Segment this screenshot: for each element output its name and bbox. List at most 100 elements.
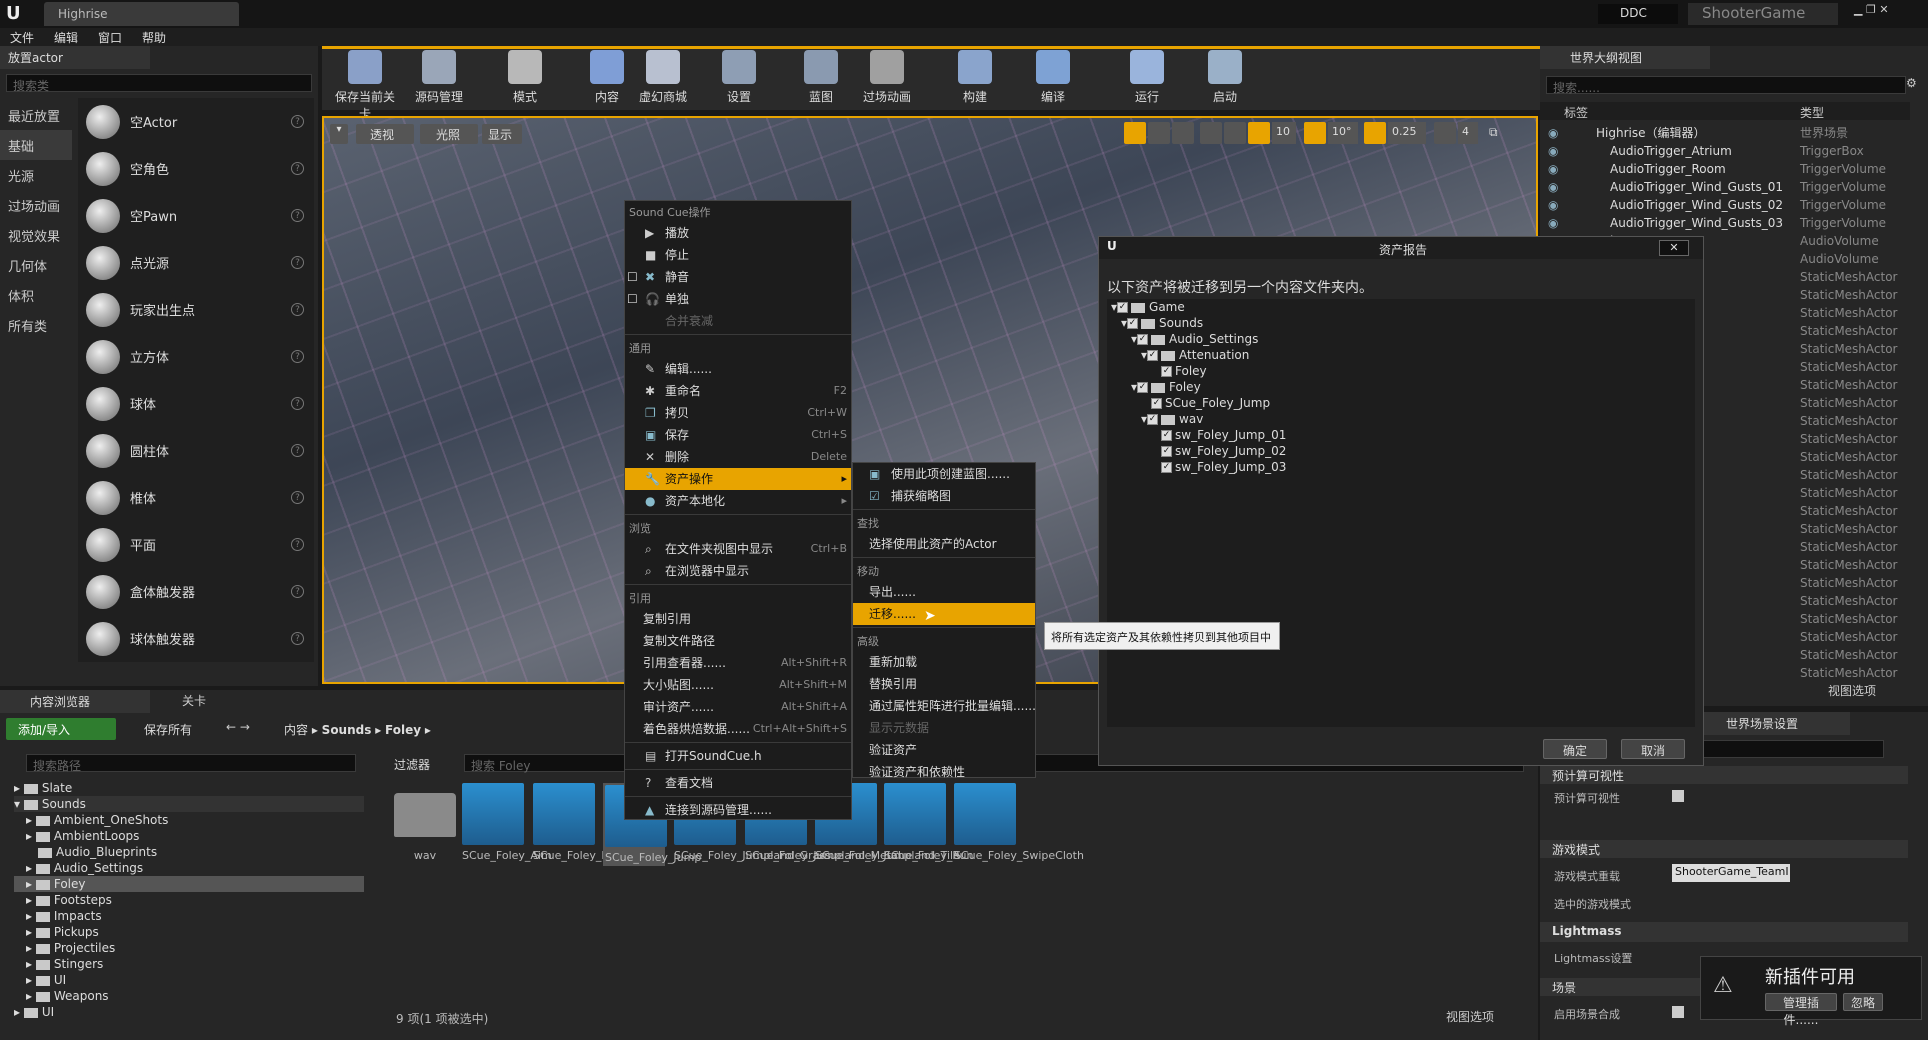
menu-replace-references[interactable]: 替换引用 (853, 673, 1035, 695)
actor-item[interactable]: 立方体? (78, 333, 314, 380)
visibility-icon[interactable]: ◉ (1548, 178, 1558, 196)
ok-button[interactable]: 确定 (1543, 739, 1607, 759)
menu-validate-assets[interactable]: 验证资产 (853, 739, 1035, 761)
actor-item[interactable]: 空Pawn? (78, 192, 314, 239)
help-icon[interactable]: ? (291, 585, 304, 598)
help-icon[interactable]: ? (291, 162, 304, 175)
folder-item[interactable]: ▸ Slate (14, 780, 364, 796)
folder-item[interactable]: ▸ Ambient_OneShots (14, 812, 364, 828)
section-game-mode[interactable]: 游戏模式 (1540, 840, 1908, 858)
menu-reload[interactable]: 重新加载 (853, 651, 1035, 673)
asset-tile[interactable]: SCue_Foley_SwipeCloth (954, 783, 1084, 862)
help-icon[interactable]: ? (291, 397, 304, 410)
menu-select-actors[interactable]: 选择使用此资产的Actor (853, 533, 1035, 555)
maximize-icon[interactable]: ⧉ (1486, 122, 1508, 144)
asset-tile[interactable]: wav (394, 783, 456, 862)
translate-icon[interactable] (1124, 122, 1146, 144)
asset-tile[interactable]: SCue_Foley_Bodyfall (533, 783, 646, 862)
menu-solo[interactable]: ☐ 🎧 单独 (625, 288, 851, 310)
help-icon[interactable]: ? (291, 632, 304, 645)
checkbox[interactable]: ☐ (627, 266, 638, 288)
breadcrumb-item[interactable]: Sounds (322, 723, 372, 737)
menu-play[interactable]: ▶ 播放 (625, 222, 851, 244)
category-item[interactable]: 所有类 (0, 310, 72, 340)
checkbox[interactable]: ☐ (627, 288, 638, 310)
perspective-button[interactable]: 透视 (356, 124, 414, 144)
compile-button[interactable]: 编译 (1018, 50, 1088, 104)
asset-tile[interactable]: SCue_Foley_Run (884, 783, 974, 862)
menu-edit[interactable]: ✎ 编辑...... (625, 358, 851, 380)
outliner-row[interactable]: ◉ Highrise（编辑器） 世界场景 (1540, 124, 1910, 142)
help-icon[interactable]: ? (291, 538, 304, 551)
actor-item[interactable]: 点光源? (78, 239, 314, 286)
menu-show-in-folder[interactable]: ⌕ 在文件夹视图中显示 Ctrl+B (625, 538, 851, 560)
tree-item[interactable]: ✓ Foley (1107, 363, 1695, 379)
menu-view-docs[interactable]: ? 查看文档 (625, 772, 851, 794)
menu-help[interactable]: 帮助 (132, 28, 176, 47)
help-icon[interactable]: ? (291, 303, 304, 316)
outliner-row[interactable]: ◉ AudioTrigger_Wind_Gusts_02 TriggerVolume (1540, 196, 1910, 214)
visibility-icon[interactable]: ◉ (1548, 124, 1558, 142)
outliner-row[interactable]: ◉ AudioTrigger_Atrium TriggerBox (1540, 142, 1910, 160)
rotation-size[interactable]: 10° (1328, 122, 1358, 144)
grid-size[interactable]: 10 (1272, 122, 1296, 144)
section-lightmass[interactable]: Lightmass (1540, 922, 1908, 942)
category-item[interactable]: 基础 (0, 130, 72, 160)
window-controls[interactable]: ▁ ❐ ✕ (1854, 3, 1926, 17)
tree-item[interactable]: ▾ ✓ Sounds (1107, 315, 1695, 331)
visibility-icon[interactable]: ◉ (1548, 196, 1558, 214)
enable-composition-checkbox[interactable] (1672, 1006, 1684, 1018)
save-level-button[interactable]: 保存当前关卡 (330, 50, 400, 121)
details-search-input[interactable] (1700, 740, 1884, 758)
launch-button[interactable]: 启动 (1190, 50, 1260, 104)
source-control-button[interactable]: 源码管理 (404, 50, 474, 104)
category-item[interactable]: 光源 (0, 160, 72, 190)
rotate-icon[interactable] (1148, 122, 1170, 144)
lightmass-settings-label[interactable]: Lightmass设置 (1554, 950, 1632, 966)
folder-item[interactable]: ▸ Weapons (14, 988, 364, 1004)
menu-migrate[interactable]: 迁移...... (853, 603, 1035, 625)
col-label[interactable]: 标签 (1564, 104, 1588, 121)
folder-item[interactable]: ▸ Stingers (14, 956, 364, 972)
build-button[interactable]: 构建 (940, 50, 1010, 104)
close-icon[interactable]: ✕ (1659, 240, 1689, 256)
menu-asset-localization[interactable]: ● 资产本地化 ▸ (625, 490, 851, 512)
breadcrumb-item[interactable]: Foley (385, 723, 421, 737)
tree-item[interactable]: ✓ sw_Foley_Jump_01 (1107, 427, 1695, 443)
tree-item[interactable]: ▾ ✓ Foley (1107, 379, 1695, 395)
section-precomputed-visibility[interactable]: 预计算可视性 (1540, 766, 1908, 784)
menu-audit-assets[interactable]: 审计资产...... Alt+Shift+A (625, 696, 851, 718)
marketplace-button[interactable]: 虚幻商城 (628, 50, 698, 104)
surface-snap-icon[interactable] (1224, 122, 1246, 144)
tree-item[interactable]: ▾ ✓ Game (1107, 299, 1695, 315)
actor-item[interactable]: 盒体触发器? (78, 568, 314, 615)
category-item[interactable]: 最近放置 (0, 100, 72, 130)
actor-item[interactable]: 玩家出生点? (78, 286, 314, 333)
actor-item[interactable]: 球体触发器? (78, 615, 314, 662)
outliner-row[interactable]: ◉ AudioTrigger_Room TriggerVolume (1540, 160, 1910, 178)
rotation-snap-icon[interactable] (1304, 122, 1326, 144)
place-actor-tab[interactable]: 放置actor (0, 46, 150, 69)
actor-item[interactable]: 圆柱体? (78, 427, 314, 474)
scale-snap-icon[interactable] (1364, 122, 1386, 144)
settings-button[interactable]: 设置 (704, 50, 774, 104)
help-icon[interactable]: ? (291, 115, 304, 128)
menu-shader-cook[interactable]: 着色器烘焙数据...... Ctrl+Alt+Shift+S (625, 718, 851, 740)
menu-export[interactable]: 导出...... (853, 581, 1035, 603)
folder-item[interactable]: ▸ Audio_Settings (14, 860, 364, 876)
outliner-search-input[interactable]: 搜索...... (1546, 76, 1906, 95)
category-item[interactable]: 体积 (0, 280, 72, 310)
menu-edit[interactable]: 编辑 (44, 28, 88, 47)
menu-delete[interactable]: ✕ 删除 Delete (625, 446, 851, 468)
scale-size[interactable]: 0.25 (1388, 122, 1426, 144)
menu-reference-viewer[interactable]: 引用查看器...... Alt+Shift+R (625, 652, 851, 674)
class-search-input[interactable]: 搜索类 (6, 74, 312, 93)
show-button[interactable]: 显示 (482, 124, 522, 144)
help-icon[interactable]: ? (291, 444, 304, 457)
outliner-view-options[interactable]: 视图选项 (1828, 682, 1876, 699)
menu-stop[interactable]: ■ 停止 (625, 244, 851, 266)
breadcrumb-item[interactable]: 内容 (284, 723, 308, 737)
menu-show-in-explorer[interactable]: ⌕ 在浏览器中显示 (625, 560, 851, 582)
scale-icon[interactable] (1172, 122, 1194, 144)
help-icon[interactable]: ? (291, 256, 304, 269)
